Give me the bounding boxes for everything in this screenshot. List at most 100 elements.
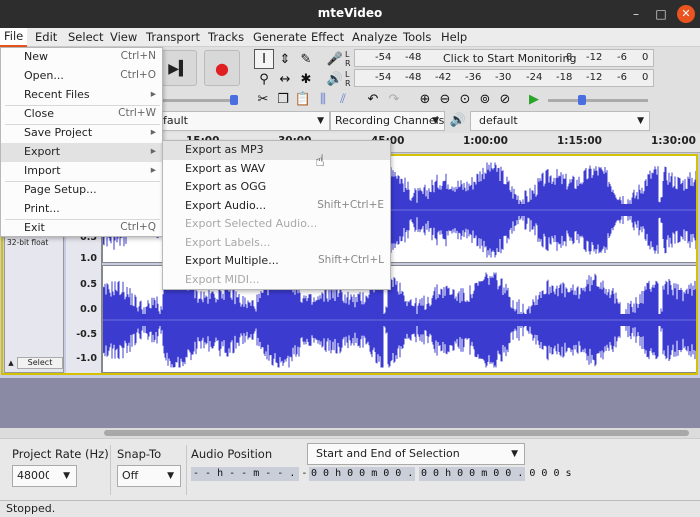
selection-tool[interactable]: I — [254, 49, 274, 69]
menu-help[interactable]: Help — [441, 30, 467, 44]
menu-transport[interactable]: Transport — [146, 30, 200, 44]
volume-slider-thumb[interactable] — [230, 95, 238, 105]
menu-view[interactable]: View — [110, 30, 137, 44]
empty-track-area[interactable] — [0, 378, 700, 434]
project-rate-select[interactable]: 48000 ▼ — [12, 465, 77, 487]
play-tick: -12 — [586, 72, 603, 83]
menu-item-new[interactable]: New Ctrl+N — [1, 48, 162, 67]
selection-mode-select[interactable]: Start and End of Selection ▼ — [307, 443, 525, 465]
click-to-monitor[interactable]: Click to Start Monitoring — [443, 52, 576, 65]
menu-item-export[interactable]: Export ▸ — [1, 143, 162, 162]
rec-tick: -12 — [586, 52, 603, 63]
play-meter-button[interactable]: 🔊 — [325, 69, 345, 89]
menu-item-label: Import — [24, 164, 61, 177]
fit-selection-button[interactable]: ⊙ — [455, 89, 475, 109]
menu-item-export-mp3[interactable]: Export as MP3 — [163, 141, 390, 160]
scale-label: -0.5 — [76, 329, 97, 340]
menu-select[interactable]: Select — [68, 30, 103, 44]
selection-end-time[interactable]: 0 0 h 0 0 m 0 0 . 0 0 0 s — [419, 467, 572, 481]
zoom-toggle-button[interactable]: ⊘ — [495, 89, 515, 109]
menu-item-open[interactable]: Open... Ctrl+O — [1, 67, 162, 86]
audio-position-value[interactable]: - - h - - m - - . - - - s — [191, 467, 344, 481]
menu-analyze[interactable]: Analyze — [352, 30, 397, 44]
record-meter-button[interactable]: 🎤 — [325, 49, 345, 69]
envelope-tool[interactable]: ⇕ — [275, 49, 295, 69]
close-icon[interactable]: ✕ — [677, 5, 695, 23]
menu-item-export-midi[interactable]: Export MIDI... — [163, 271, 390, 290]
fit-project-button[interactable]: ⊚ — [475, 89, 495, 109]
track-select-button[interactable]: Select — [17, 357, 63, 369]
record-meter[interactable]: -54 -48 Click to Start Monitoring 8 -12 … — [354, 49, 654, 67]
menu-effect[interactable]: Effect — [311, 30, 344, 44]
play-tick: -42 — [435, 72, 452, 83]
silence-button[interactable]: ⫽ — [333, 89, 353, 109]
menu-item-close[interactable]: Close Ctrl+W — [1, 105, 162, 124]
scale-label: -1.0 — [76, 353, 97, 364]
cut-button[interactable]: ✂ — [253, 89, 273, 109]
menu-generate[interactable]: Generate — [253, 30, 307, 44]
menu-item-export-audio[interactable]: Export Audio... Shift+Ctrl+E — [163, 197, 390, 216]
menu-file[interactable]: File — [0, 28, 28, 47]
record-button[interactable]: ● — [204, 50, 240, 86]
record-icon: ● — [215, 59, 229, 78]
menu-item-label: Exit — [24, 221, 45, 234]
menu-item-export-labels[interactable]: Export Labels... — [163, 234, 390, 253]
menu-item-accel: Ctrl+N — [120, 50, 156, 62]
zoom-toggle-icon: ⊘ — [499, 92, 511, 107]
zoom-in-icon: ⊕ — [419, 92, 431, 107]
copy-button[interactable]: ❐ — [273, 89, 293, 109]
selection-start-time[interactable]: 0 0 h 0 0 m 0 0 . 0 0 0 s — [309, 467, 462, 481]
export-submenu: Export as MP3 Export as WAV Export as OG… — [162, 140, 391, 290]
menu-item-export-multiple[interactable]: Export Multiple... Shift+Ctrl+L — [163, 252, 390, 271]
skip-end-button[interactable]: ▶▍ — [161, 50, 197, 86]
menu-item-export-wav[interactable]: Export as WAV — [163, 160, 390, 179]
menu-tracks[interactable]: Tracks — [208, 30, 244, 44]
scale-label: 1.0 — [80, 253, 97, 264]
menu-item-accel: Ctrl+W — [118, 107, 156, 119]
speed-slider-thumb[interactable] — [578, 95, 586, 105]
menu-item-save-project[interactable]: Save Project ▸ — [1, 124, 162, 143]
scrollbar-thumb[interactable] — [104, 430, 689, 436]
microphone-icon: 🎤 — [326, 52, 344, 67]
trim-button[interactable]: ⫼ — [313, 89, 333, 109]
selection-mode-value: Start and End of Selection — [316, 447, 460, 460]
menu-item-label: Save Project — [24, 126, 93, 139]
minimize-icon[interactable]: – — [627, 5, 645, 23]
undo-button[interactable]: ↶ — [363, 89, 383, 109]
menu-item-import[interactable]: Import ▸ — [1, 162, 162, 181]
zoom-tool[interactable]: ⚲ — [254, 69, 274, 89]
multi-tool[interactable]: ✱ — [296, 69, 316, 89]
menu-item-exit[interactable]: Exit Ctrl+Q — [1, 219, 162, 238]
menu-tools[interactable]: Tools — [403, 30, 431, 44]
play-tick: -30 — [495, 72, 512, 83]
menu-item-label: New — [24, 50, 48, 63]
menu-item-export-ogg[interactable]: Export as OGG — [163, 178, 390, 197]
play-at-speed-button[interactable]: ▶ — [524, 89, 544, 109]
menu-item-export-selected-audio[interactable]: Export Selected Audio... — [163, 215, 390, 234]
recording-channels-select[interactable]: Recording Channels ▼ — [330, 111, 445, 131]
maximize-icon[interactable]: □ — [652, 5, 670, 23]
file-menu-dropdown: New Ctrl+N Open... Ctrl+O Recent Files ▸ Cl… — [0, 47, 163, 237]
draw-tool[interactable]: ✎ — [296, 49, 316, 69]
rec-tick: -6 — [617, 52, 627, 63]
timeshift-tool[interactable]: ↔ — [275, 69, 295, 89]
redo-button[interactable]: ↷ — [384, 89, 404, 109]
audio-host-select[interactable]: fault ▼ — [158, 111, 330, 131]
output-device-value: default — [479, 114, 518, 127]
output-device-select[interactable]: default ▼ — [470, 111, 650, 131]
horizontal-scrollbar[interactable] — [0, 428, 700, 438]
paste-button[interactable]: 📋 — [293, 89, 313, 109]
menu-edit[interactable]: Edit — [35, 30, 57, 44]
ibeam-icon: I — [262, 52, 266, 67]
zoom-in-button[interactable]: ⊕ — [415, 89, 435, 109]
menu-item-page-setup[interactable]: Page Setup... — [1, 181, 162, 200]
menu-item-label: Export Selected Audio... — [185, 217, 318, 230]
menu-item-recent-files[interactable]: Recent Files ▸ — [1, 86, 162, 105]
snap-to-select[interactable]: Off ▼ — [117, 465, 181, 487]
menu-item-print[interactable]: Print... — [1, 200, 162, 219]
playback-meter[interactable]: -54 -48 -42 -36 -30 -24 -18 -12 -6 0 — [354, 69, 654, 87]
lr-label-rec: LR — [345, 50, 351, 68]
zoom-out-button[interactable]: ⊖ — [435, 89, 455, 109]
collapse-icon[interactable]: ▲ — [6, 357, 16, 369]
multi-tool-icon: ✱ — [300, 72, 312, 87]
